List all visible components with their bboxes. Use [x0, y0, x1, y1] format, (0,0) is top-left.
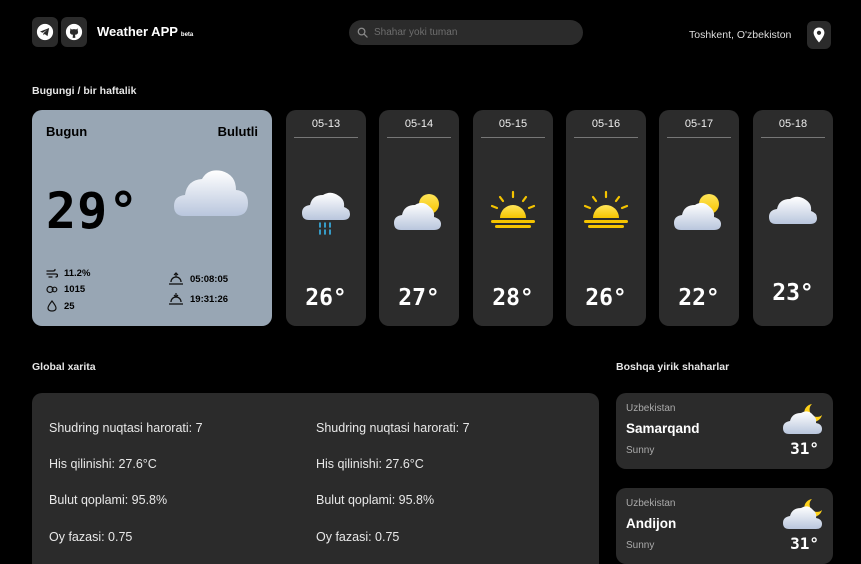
cloud-icon — [769, 196, 817, 224]
wind-value: 11.2% — [64, 268, 91, 279]
cloud-moon-icon — [783, 499, 822, 529]
search-icon — [357, 27, 368, 38]
sunrise-value: 05:08:05 — [190, 273, 229, 285]
sunrise-sun-icon — [490, 190, 536, 228]
sunrise-sun-icon — [583, 190, 629, 228]
forecast-card[interactable]: 05-14 27° — [379, 110, 459, 326]
divider — [667, 137, 731, 138]
github-icon — [65, 23, 83, 41]
app-title: Weather APP beta — [97, 24, 193, 39]
sunrise-icon — [169, 272, 183, 285]
today-label: Bugun — [46, 124, 88, 139]
partly-cloudy-icon — [674, 194, 721, 230]
city-temperature: 31° — [790, 439, 819, 458]
city-name: Samarqand — [626, 421, 700, 436]
city-name: Andijon — [626, 516, 677, 531]
humidity-stat: 25 — [46, 300, 75, 312]
pressure-icon — [46, 285, 58, 294]
feels-like-stat: His qilinishi: 27.6°C — [49, 457, 157, 471]
wind-stat: 11.2% — [46, 268, 90, 279]
city-temperature: 31° — [790, 534, 819, 553]
dew-point-stat: Shudring nuqtasi harorati: 7 — [316, 421, 470, 435]
forecast-temperature: 26° — [585, 285, 627, 311]
pressure-value: 1015 — [64, 284, 86, 295]
cloud-icon — [174, 170, 248, 216]
forecast-temperature: 28° — [492, 285, 534, 311]
global-map-title: Global xarita — [32, 361, 96, 373]
moon-phase-stat: Oy fazasi: 0.75 — [49, 530, 133, 544]
pressure-stat: 1015 — [46, 284, 85, 295]
cloud-cover-stat: Bulut qoplami: 95.8% — [49, 493, 168, 507]
forecast-date: 05-18 — [778, 118, 808, 130]
forecast-date: 05-15 — [498, 118, 528, 130]
forecast-date: 05-13 — [311, 118, 341, 130]
partly-cloudy-icon — [394, 194, 441, 230]
forecast-card[interactable]: 05-13 26° — [286, 110, 366, 326]
humidity-value: 25 — [64, 300, 75, 312]
forecast-card[interactable]: 05-18 23° — [753, 110, 833, 326]
weekly-section-title: Bugungi / bir haftalik — [32, 85, 137, 97]
city-condition: Sunny — [626, 540, 655, 551]
today-condition: Bulutli — [217, 124, 258, 139]
divider — [481, 137, 545, 138]
city-country: Uzbekistan — [626, 498, 676, 509]
city-country: Uzbekistan — [626, 403, 676, 414]
sunset-value: 19:31:26 — [190, 293, 229, 305]
today-card: Bugun Bulutli 29° 11.2% 1015 25 05:08:05 — [32, 110, 272, 326]
forecast-temperature: 27° — [398, 285, 440, 311]
divider — [294, 137, 358, 138]
global-stats-panel: Shudring nuqtasi harorati: 7 His qilinis… — [32, 393, 599, 564]
forecast-temperature: 22° — [678, 285, 720, 311]
forecast-card[interactable]: 05-17 22° — [659, 110, 739, 326]
forecast-card[interactable]: 05-15 28° — [473, 110, 553, 326]
forecast-date: 05-16 — [591, 118, 621, 130]
cloud-moon-icon — [783, 404, 822, 434]
today-temperature: 29° — [46, 182, 140, 240]
search-bar[interactable] — [349, 20, 583, 45]
divider — [387, 137, 451, 138]
wind-icon — [46, 268, 58, 278]
sunrise-stat: 05:08:05 — [168, 272, 228, 286]
forecast-date: 05-14 — [404, 118, 434, 130]
feels-like-stat: His qilinishi: 27.6°C — [316, 457, 424, 471]
forecast-date: 05-17 — [684, 118, 714, 130]
github-button[interactable] — [61, 17, 87, 47]
beta-badge: beta — [180, 32, 194, 38]
forecast-temperature: 23° — [772, 280, 814, 306]
cloud-cover-stat: Bulut qoplami: 95.8% — [316, 493, 435, 507]
divider — [761, 137, 825, 138]
rain-cloud-icon — [302, 192, 350, 235]
sunset-icon — [169, 293, 183, 305]
dew-point-stat: Shudring nuqtasi harorati: 7 — [49, 421, 203, 435]
other-cities-title: Boshqa yirik shaharlar — [616, 361, 730, 373]
sunset-stat: 19:31:26 — [168, 292, 228, 306]
location-pin-icon — [813, 27, 825, 43]
telegram-icon — [36, 23, 54, 41]
moon-phase-stat: Oy fazasi: 0.75 — [316, 530, 400, 544]
forecast-card[interactable]: 05-16 26° — [566, 110, 646, 326]
telegram-button[interactable] — [32, 17, 58, 47]
divider — [574, 137, 638, 138]
search-input[interactable] — [374, 27, 574, 38]
location-button[interactable] — [807, 21, 831, 49]
humidity-icon — [47, 300, 57, 312]
city-card-samarqand[interactable]: Uzbekistan Samarqand Sunny 31° — [616, 393, 833, 469]
city-condition: Sunny — [626, 445, 655, 456]
current-location: Toshkent, O'zbekiston — [689, 29, 792, 41]
forecast-temperature: 26° — [305, 285, 347, 311]
city-card-andijon[interactable]: Uzbekistan Andijon Sunny 31° — [616, 488, 833, 564]
app-title-text: Weather APP — [97, 24, 178, 39]
